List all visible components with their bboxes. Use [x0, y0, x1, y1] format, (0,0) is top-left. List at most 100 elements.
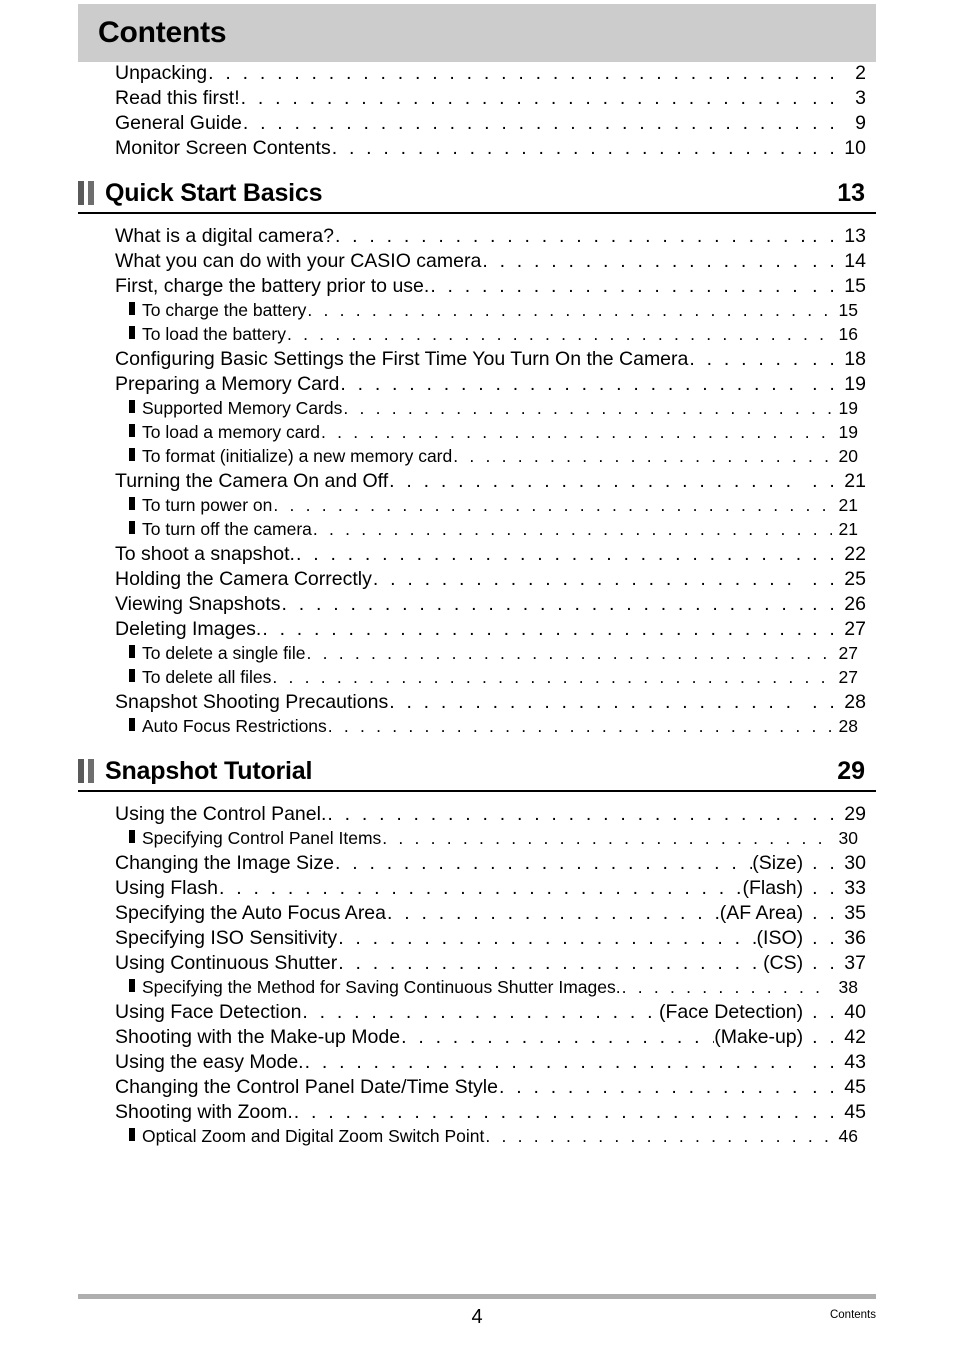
double-bar-icon [78, 181, 96, 205]
toc-leader-tail: . . [812, 803, 838, 825]
toc-entry-level1[interactable]: First, charge the battery prior to use..… [78, 275, 876, 300]
toc-leader-dots: . . . . . . . . . . . . . . . . . . . . … [312, 519, 832, 536]
toc-entry-page-number: 30 [838, 828, 858, 848]
toc-entry-label: To charge the battery [142, 300, 307, 320]
toc-leader-dots: . . . . . . . . . . . . . . . . . . . . … [482, 250, 804, 269]
toc-leader-dots: . . . . . . . . . . . . . . . . . . . . … [307, 300, 832, 317]
toc-section-heading[interactable]: Quick Start Basics 13 [78, 176, 876, 225]
page-header-band: Contents [78, 4, 876, 62]
toc-leader-dots: . . . . . . . . . . . . . . . . . . . . … [485, 1126, 832, 1143]
toc-entry-level2[interactable]: To delete a single file . . . . . . . . … [78, 643, 876, 667]
toc-leader-dots: . . . . . . . . . . . . . . . . . . . . … [273, 495, 832, 512]
toc-entry-level1[interactable]: Deleting Images.. . . . . . . . . . . . … [78, 618, 876, 643]
toc-entry-level1[interactable]: Shooting with Zoom.. . . . . . . . . . .… [78, 1101, 876, 1126]
toc-entry-label: Read this first! [115, 87, 240, 109]
double-bar-icon [78, 759, 96, 783]
toc-entry-label: Using Face Detection [115, 1001, 302, 1023]
toc-entry-level1[interactable]: Viewing Snapshots . . . . . . . . . . . … [78, 593, 876, 618]
toc-entry-level2[interactable]: Auto Focus Restrictions . . . . . . . . … [78, 716, 876, 740]
toc-entry-level1[interactable]: Monitor Screen Contents. . . . . . . . .… [78, 137, 876, 162]
toc-entry-level1[interactable]: Using the easy Mode.. . . . . . . . . . … [78, 1051, 876, 1076]
toc-entry-level1[interactable]: Specifying the Auto Focus Area . . . . .… [78, 902, 876, 927]
toc-entry-level1[interactable]: Using Continuous Shutter . . . . . . . .… [78, 952, 876, 977]
toc-entry-level2[interactable]: Supported Memory Cards. . . . . . . . . … [78, 398, 876, 422]
toc-entry-level1[interactable]: Changing the Control Panel Date/Time Sty… [78, 1076, 876, 1101]
toc-entry-level1[interactable]: Preparing a Memory Card . . . . . . . . … [78, 373, 876, 398]
toc-leader-tail: . . [812, 137, 838, 159]
toc-entry-level2[interactable]: To load the battery . . . . . . . . . . … [78, 324, 876, 348]
toc-leader-tail: . . [812, 112, 838, 134]
toc-entry-label: To turn power on [142, 495, 273, 515]
toc-entry-level1[interactable]: Specifying ISO Sensitivity . . . . . . .… [78, 927, 876, 952]
square-bullet-icon [129, 302, 135, 315]
toc-leader-tail: . . [812, 618, 838, 640]
toc-leader-dots: . . . . . . . . . . . . . . . . . . . . … [453, 446, 832, 463]
toc-entry-level1[interactable]: What is a digital camera? . . . . . . . … [78, 225, 876, 250]
toc-entry-level2[interactable]: Specifying the Method for Saving Continu… [78, 977, 876, 1001]
toc-entry-level1[interactable]: Changing the Image Size . . . . . . . . … [78, 852, 876, 877]
toc-entry-label: Optical Zoom and Digital Zoom Switch Poi… [142, 1126, 485, 1146]
toc-entry-level1[interactable]: Using Flash . . . . . . . . . . . . . . … [78, 877, 876, 902]
toc-entry-level1[interactable]: Turning the Camera On and Off . . . . . … [78, 470, 876, 495]
toc-entry-level1[interactable]: Using the Control Panel.. . . . . . . . … [78, 803, 876, 828]
toc-entry-page-number: 2 [855, 62, 866, 84]
toc-leader-tail: . . [812, 1101, 838, 1123]
toc-entry-level2[interactable]: To turn power on. . . . . . . . . . . . … [78, 495, 876, 519]
toc-entry-label: Using Flash [115, 877, 218, 899]
toc-leader-tail: . . [812, 1001, 838, 1023]
toc-section-page-number: 13 [837, 178, 865, 207]
toc-entry-page-number: 42 [844, 1026, 866, 1048]
toc-leader-tail: . . [812, 568, 838, 590]
toc-leader-tail: . . [812, 691, 838, 713]
toc-entry-label: Specifying ISO Sensitivity [115, 927, 338, 949]
toc-leader-dots: . . . . . . . . . . . . . . . . . . . . … [689, 348, 804, 367]
toc-entry-annotation: (AF Area) [719, 902, 804, 924]
toc-leader-dots: . . . . . . . . . . . . . . . . . . . . … [389, 691, 804, 710]
toc-entry-label: To shoot a snapshot. [115, 543, 295, 565]
toc-section-heading[interactable]: Snapshot Tutorial 29 [78, 754, 876, 803]
toc-entry-page-number: 29 [844, 803, 866, 825]
toc-entry-level1[interactable]: To shoot a snapshot.. . . . . . . . . . … [78, 543, 876, 568]
toc-section-title: Quick Start Basics [105, 178, 323, 207]
toc-entry-level2[interactable]: Specifying Control Panel Items. . . . . … [78, 828, 876, 852]
toc-entry-level1[interactable]: Holding the Camera Correctly . . . . . .… [78, 568, 876, 593]
toc-entry-level2[interactable]: To format (initialize) a new memory card… [78, 446, 876, 470]
toc-entry-level2[interactable]: To delete all files. . . . . . . . . . .… [78, 667, 876, 691]
toc-section-spacer [78, 214, 876, 225]
toc-entry-level2[interactable]: Optical Zoom and Digital Zoom Switch Poi… [78, 1126, 876, 1150]
toc-entry-annotation: (ISO) [756, 927, 804, 949]
toc-leader-tail: . . [812, 87, 838, 109]
toc-entry-label: To delete a single file [142, 643, 306, 663]
toc-entry-level1[interactable]: What you can do with your CASIO camera. … [78, 250, 876, 275]
toc-entry-label: To delete all files [142, 667, 272, 687]
toc-entry-level1[interactable]: Shooting with the Make-up Mode . . . . .… [78, 1026, 876, 1051]
toc-entry-level1[interactable]: Unpacking . . . . . . . . . . . . . . . … [78, 62, 876, 87]
toc-entry-level1[interactable]: Snapshot Shooting Precautions . . . . . … [78, 691, 876, 716]
square-bullet-icon [129, 979, 135, 992]
toc-entry-label: Shooting with Zoom. [115, 1101, 293, 1123]
toc-entry-level2[interactable]: To turn off the camera. . . . . . . . . … [78, 519, 876, 543]
toc-entry-level1[interactable]: Configuring Basic Settings the First Tim… [78, 348, 876, 373]
toc-leader-dots: . . . . . . . . . . . . . . . . . . . . … [382, 828, 832, 845]
toc-entry-level1[interactable]: Read this first! . . . . . . . . . . . .… [78, 87, 876, 112]
toc-entry-label: What you can do with your CASIO camera [115, 250, 482, 272]
toc-entry-page-number: 19 [838, 422, 858, 442]
toc-leader-dots: . . . . . . . . . . . . . . . . . . . . … [389, 470, 804, 489]
toc-entry-level1[interactable]: General Guide. . . . . . . . . . . . . .… [78, 112, 876, 137]
toc-entry-page-number: 20 [838, 446, 858, 466]
toc-entry-label: Changing the Image Size [115, 852, 334, 874]
toc-entry-label: First, charge the battery prior to use. [115, 275, 430, 297]
toc-entry-annotation: (Flash) [742, 877, 804, 899]
toc-leader-dots: . . . . . . . . . . . . . . . . . . . . … [208, 62, 804, 81]
toc-entry-label: To format (initialize) a new memory card [142, 446, 453, 466]
toc-section-page-number: 29 [837, 756, 865, 785]
toc-entry-page-number: 18 [844, 348, 866, 370]
toc-entry-page-number: 27 [844, 618, 866, 640]
toc-entry-level2[interactable]: To charge the battery . . . . . . . . . … [78, 300, 876, 324]
toc-entry-page-number: 13 [844, 225, 866, 247]
toc-entry-level1[interactable]: Using Face Detection . . . . . . . . . .… [78, 1001, 876, 1026]
toc-leader-dots: . . . . . . . . . . . . . . . . . . . . … [331, 137, 804, 156]
toc-leader-dots: . . . . . . . . . . . . . . . . . . . . … [286, 324, 832, 341]
toc-entry-level2[interactable]: To load a memory card . . . . . . . . . … [78, 422, 876, 446]
toc-entry-label: Unpacking [115, 62, 208, 84]
